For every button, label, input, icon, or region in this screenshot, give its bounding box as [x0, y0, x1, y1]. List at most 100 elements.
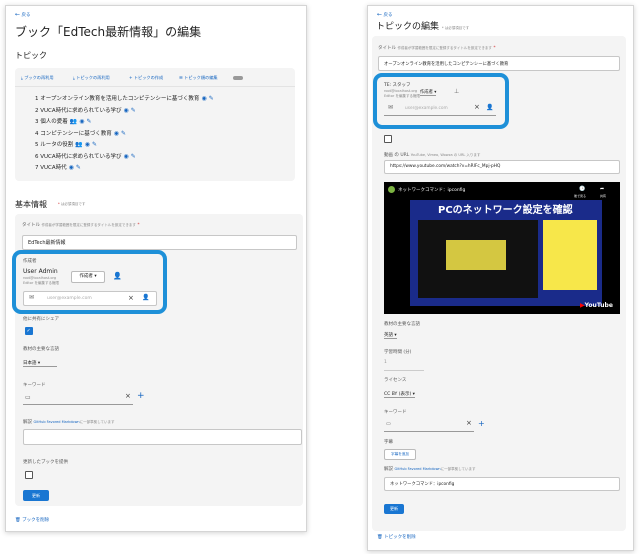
tag-icon: ▭ [386, 421, 391, 427]
back-label: 戻る [21, 13, 31, 18]
topic-item[interactable]: 3 個人の愛着 👥 ◉ ✎ [35, 117, 214, 129]
back-link[interactable]: ← 戻る [377, 11, 392, 18]
description-field[interactable]: ネットワークコマンド：ipconfig [384, 477, 620, 491]
plus-icon: + [129, 75, 133, 80]
video-channel-title: ネットワークコマンド：ipconfig [398, 188, 466, 193]
description-field[interactable] [23, 429, 302, 445]
shared-checkbox[interactable] [25, 327, 33, 335]
keyword-field[interactable]: ▭ × [384, 419, 474, 432]
subtitle-label: 字幕 [384, 440, 393, 445]
language-select[interactable]: 日本語 ▾ [23, 360, 57, 367]
title-label-text: タイトル [22, 223, 40, 228]
license-select[interactable]: CC BY (表示) ▾ [384, 391, 415, 398]
video-note [543, 220, 597, 290]
title-label: タイトル 作成者が学習範囲を限定に登録するタイトルを設定できます * [22, 223, 140, 228]
download-icon: ⤓ [73, 75, 75, 80]
video-player[interactable]: ネットワークコマンド：ipconfig 🕒 後で見る ➦ 共有 PCのネットワー… [384, 182, 620, 314]
youtube-logo[interactable]: ▶YouTube [580, 302, 613, 309]
title-hint: 作成者が学習範囲を限定に登録するタイトルを設定できます [397, 46, 492, 50]
markdown-hint-rest: に一部準拠しています [440, 467, 476, 471]
delete-book-label: ブックを削除 [22, 518, 50, 523]
video-callout [446, 240, 506, 270]
pencil-icon[interactable]: ✎ [76, 164, 81, 171]
topic-item[interactable]: 6 VUCA時代に求められている学び ◉ ✎ [35, 152, 214, 164]
time-field[interactable]: 1 [384, 360, 424, 371]
edit-order-label: トピック順の編集 [184, 75, 218, 80]
markdown-link[interactable]: GitHub Favored Markdown [33, 420, 79, 424]
required-note: * は必須項目です [441, 26, 470, 30]
language-select[interactable]: 英語 ▾ [384, 332, 397, 339]
pencil-icon[interactable]: ✎ [131, 107, 136, 114]
eye-icon[interactable]: ◉ [201, 95, 206, 102]
create-topic-label: トピックの作成 [133, 75, 164, 80]
description-label-text: 解説 [23, 420, 32, 425]
page-title: ブック「EdTech最新情報」の編集 [15, 25, 202, 39]
video-label: 動画 の URL YouTube, Vimeo, Wowza の URL 入りま… [384, 152, 480, 158]
description-label: 解説 GitHub Favored Markdownに一部準拠しています [23, 419, 115, 425]
keyword-field[interactable]: ▭ × [23, 392, 133, 405]
create-topic-button[interactable]: + トピックの作成 [129, 75, 163, 81]
reuse-book-button[interactable]: ⤓ ブックの再利用 [21, 75, 54, 81]
channel-avatar [388, 186, 395, 193]
submit-button[interactable]: 更新 [384, 504, 404, 514]
language-value: 英語 [384, 333, 393, 338]
pencil-icon[interactable]: ✎ [87, 118, 92, 125]
topic-item[interactable]: 2 VUCA時代に求められている学び ◉ ✎ [35, 106, 214, 118]
required-note: * は必須項目です [58, 202, 86, 206]
highlight-ring-author [373, 73, 509, 129]
title-field[interactable]: EdTech最新情報 [22, 235, 297, 250]
video-hint: YouTube, Vimeo, Wowza の URL 入ります [410, 153, 481, 157]
topic-item[interactable]: 4 コンピテンシーに基づく教育 ◉ ✎ [35, 129, 214, 141]
eye-icon[interactable]: ◉ [79, 118, 84, 125]
delete-topic-label: トピックを削除 [384, 535, 416, 540]
pencil-icon[interactable]: ✎ [121, 130, 126, 137]
add-keyword-icon[interactable]: + [137, 391, 145, 401]
title-field[interactable]: オープンオンライン教育を活用したコンピテンシーに基づく教育 [378, 56, 620, 71]
keyword-label: キーワード [384, 410, 407, 415]
clear-icon[interactable]: × [466, 419, 472, 427]
description-label: 解説 GitHub Favored Markdownに一部準拠しています [384, 466, 476, 472]
license-label: ライセンス [384, 378, 407, 383]
share-icon[interactable]: ➦ [600, 186, 604, 192]
topic-number: 5 [35, 142, 39, 148]
topic-title: 個人の愛着 [40, 119, 68, 125]
pencil-icon[interactable]: ✎ [209, 95, 214, 102]
video-url-value: https://www.youtube.com/watch?v=hRIFc_Mp… [390, 164, 501, 169]
back-link[interactable]: ← 戻る [15, 11, 30, 18]
trash-icon: 🗑 [15, 518, 21, 523]
markdown-link[interactable]: GitHub Favored Markdown [394, 467, 440, 471]
edit-topic-order-button[interactable]: ☰ トピック順の編集 [179, 75, 218, 81]
pencil-icon[interactable]: ✎ [92, 141, 97, 148]
eye-icon[interactable]: ◉ [114, 130, 119, 137]
clear-icon[interactable]: × [125, 392, 131, 400]
basic-info-heading: 基本情報 [15, 200, 47, 209]
keyword-label: キーワード [23, 383, 46, 388]
reuse-topic-button[interactable]: ⤓ トピックの再利用 [73, 75, 110, 81]
topic-item[interactable]: 1 オープンオンライン教育を活用したコンピテンシーに基づく教育 ◉ ✎ [35, 94, 214, 106]
language-label: 教材の主要な言語 [384, 322, 420, 327]
add-keyword-icon[interactable]: + [478, 419, 485, 428]
video-url-field[interactable]: https://www.youtube.com/watch?v=hRIFc_Mp… [384, 160, 620, 174]
topic-title: VUCA時代 [40, 165, 67, 171]
eye-icon[interactable]: ◉ [85, 141, 90, 148]
description-value: ネットワークコマンド：ipconfig [390, 482, 455, 487]
eye-icon[interactable]: ◉ [123, 107, 128, 114]
order-toggle[interactable] [233, 76, 243, 80]
topic-item[interactable]: 5 ルータの役割 👥 ◉ ✎ [35, 140, 214, 152]
delete-topic-link[interactable]: 🗑 トピックを削除 [377, 534, 416, 540]
topic-item[interactable]: 7 VUCA時代 ◉ ✎ [35, 163, 214, 175]
topic-title: コンピテンシーに基づく教育 [40, 130, 112, 137]
topic-title: VUCA時代に求められている学び [40, 153, 122, 160]
title-value: EdTech最新情報 [28, 240, 66, 246]
watch-later-icon[interactable]: 🕒 [579, 186, 585, 192]
delete-book-link[interactable]: 🗑 ブックを削除 [15, 517, 49, 523]
eye-icon[interactable]: ◉ [69, 164, 74, 171]
shared-checkbox[interactable] [384, 135, 392, 143]
provide-checkbox[interactable] [25, 471, 33, 479]
topic-number: 4 [35, 130, 39, 137]
eye-icon[interactable]: ◉ [123, 153, 128, 160]
add-subtitle-button[interactable]: 字幕を追加 [384, 449, 416, 460]
submit-button[interactable]: 更新 [23, 490, 49, 501]
shared-label: 他に共有にシェア [23, 317, 59, 322]
pencil-icon[interactable]: ✎ [131, 153, 136, 160]
